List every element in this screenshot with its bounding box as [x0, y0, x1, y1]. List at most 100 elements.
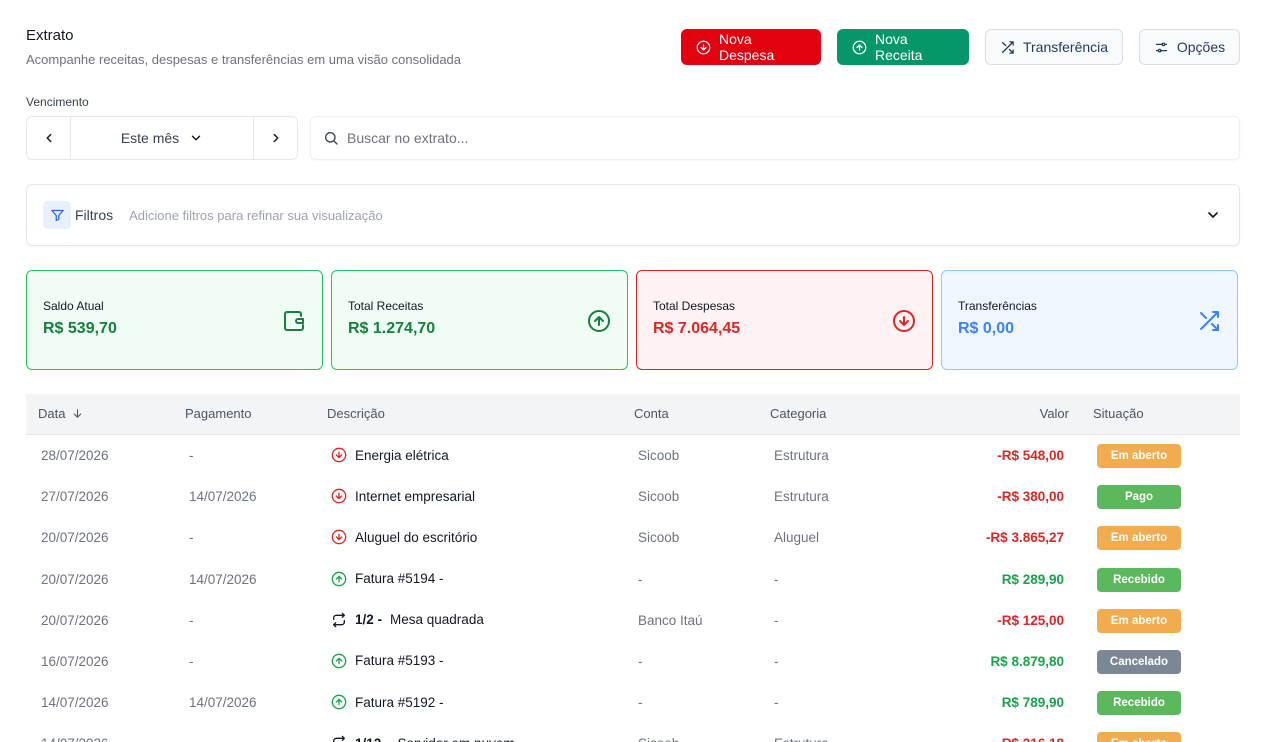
row-description-text: Fatura #5193 - — [355, 653, 444, 669]
row-amount: R$ 8.879,80 — [990, 653, 1064, 669]
previous-period-button[interactable] — [27, 117, 71, 159]
row-category: Estrutura — [774, 736, 829, 742]
column-categoria-header[interactable]: Categoria — [770, 406, 826, 421]
row-description-text: Energia elétrica — [355, 447, 449, 463]
row-date: 14/07/2026 — [41, 695, 109, 711]
row-date: 27/07/2026 — [41, 489, 109, 505]
total-expense-card: Total Despesas R$ 7.064,45 — [636, 270, 933, 370]
table-row[interactable]: 14/07/2026 14/07/2026 Fatura #5192 - - - R$ 7… — [26, 682, 1240, 723]
statement-table: Data Pagamento Descrição Conta Categoria… — [26, 394, 1240, 742]
column-data-header[interactable]: Data — [38, 406, 84, 421]
row-date: 14/07/2026 — [41, 736, 109, 742]
shuffle-icon — [1200, 311, 1219, 331]
search-box — [310, 116, 1240, 160]
table-row[interactable]: 20/07/2026 14/07/2026 Fatura #5194 - - - R$ 2… — [26, 559, 1240, 600]
row-description-text: Servidor em nuvem — [398, 736, 515, 742]
card-label: Saldo Atual — [43, 299, 104, 313]
table-row[interactable]: 27/07/2026 14/07/2026 Internet empresarial… — [26, 476, 1240, 517]
table-row[interactable]: 20/07/2026 - Aluguel do escritório Sicoob Al… — [26, 517, 1240, 558]
column-valor-header[interactable]: Valor — [1040, 406, 1069, 421]
table-row[interactable]: 20/07/2026 - 1/2 - Mesa quadrada Banco Itaú -… — [26, 600, 1240, 641]
status-badge[interactable]: Em aberto — [1097, 526, 1181, 551]
arrow-down-circle-icon — [331, 447, 347, 463]
new-income-label: Nova Receita — [875, 31, 923, 63]
card-value: R$ 7.064,45 — [653, 320, 741, 337]
page-subtitle: Acompanhe receitas, despesas e transferê… — [26, 52, 462, 67]
filter-icon — [50, 209, 64, 221]
row-amount: R$ 789,90 — [1001, 695, 1064, 711]
row-amount: -R$ 216,18 — [997, 736, 1064, 742]
table-body: 28/07/2026 - Energia elétrica Sicoob Estrutu… — [26, 435, 1240, 742]
row-payment-date: 14/07/2026 — [189, 571, 257, 587]
card-label: Total Despesas — [653, 299, 736, 313]
options-button[interactable]: Opções — [1139, 29, 1240, 65]
wallet-icon — [284, 311, 304, 331]
row-date: 20/07/2026 — [41, 571, 109, 587]
chevron-down-icon — [1208, 212, 1218, 218]
row-amount: -R$ 125,00 — [997, 612, 1064, 628]
shuffle-icon — [1001, 40, 1014, 54]
sliders-icon — [1155, 42, 1167, 52]
card-label: Transferências — [958, 299, 1037, 313]
row-date: 28/07/2026 — [41, 448, 109, 463]
arrow-up-circle-icon — [588, 310, 610, 332]
row-installment: 1/12 - — [355, 736, 390, 742]
filters-label: Filtros — [75, 207, 114, 223]
arrow-down-circle-icon — [331, 488, 347, 504]
arrow-up-circle-icon — [331, 694, 347, 710]
next-period-button[interactable] — [253, 117, 297, 159]
status-badge[interactable]: Recebido — [1097, 567, 1181, 592]
arrow-up-circle-icon — [331, 653, 347, 669]
column-pagamento-header[interactable]: Pagamento — [185, 406, 252, 421]
row-payment-date: 14/07/2026 — [189, 489, 257, 505]
row-description: Fatura #5192 - — [331, 694, 444, 710]
status-badge[interactable]: Em aberto — [1097, 608, 1181, 633]
row-description-text: Internet empresarial — [355, 488, 476, 504]
row-category: - — [774, 571, 779, 587]
status-badge[interactable]: Cancelado — [1097, 649, 1181, 674]
row-account: - — [638, 695, 643, 711]
card-value: R$ 0,00 — [958, 320, 1015, 337]
new-expense-button[interactable]: Nova Despesa — [681, 29, 821, 65]
row-amount: -R$ 3.865,27 — [985, 530, 1064, 546]
row-description-text: Fatura #5192 - — [355, 694, 444, 710]
summary-cards: Saldo Atual R$ 539,70 Total Receitas R$ … — [26, 270, 1238, 370]
column-conta-header[interactable]: Conta — [634, 406, 669, 421]
chevron-left-icon — [46, 133, 51, 143]
row-date: 16/07/2026 — [41, 653, 109, 669]
new-expense-label: Nova Despesa — [719, 31, 775, 63]
table-row[interactable]: 28/07/2026 - Energia elétrica Sicoob Estrutu… — [26, 435, 1240, 476]
row-amount: -R$ 380,00 — [997, 489, 1064, 505]
row-installment: 1/2 - — [355, 612, 383, 628]
row-account: Sicoob — [638, 736, 679, 742]
repeat-icon — [333, 612, 345, 628]
period-dropdown[interactable]: Este mês — [71, 117, 253, 159]
row-description: Fatura #5193 - — [331, 653, 444, 669]
row-account: Sicoob — [638, 448, 680, 463]
row-account: - — [638, 653, 643, 669]
status-badge[interactable]: Pago — [1097, 485, 1181, 510]
transfer-button[interactable]: Transferência — [985, 29, 1123, 65]
column-label: Data — [38, 406, 66, 421]
arrow-down-circle-icon — [893, 310, 915, 332]
search-input[interactable] — [347, 130, 1207, 146]
filters-panel[interactable]: Filtros Adicione filtros para refinar su… — [26, 184, 1240, 246]
filters-hint: Adicione filtros para refinar sua visual… — [129, 207, 383, 223]
status-badge[interactable]: Em aberto — [1097, 732, 1181, 742]
period-selector: Este mês — [26, 116, 298, 160]
arrow-up-circle-icon — [852, 40, 867, 54]
status-badge[interactable]: Em aberto — [1097, 444, 1181, 468]
column-situacao-header[interactable]: Situação — [1093, 406, 1144, 421]
column-descricao-header[interactable]: Descrição — [327, 406, 385, 421]
new-income-button[interactable]: Nova Receita — [837, 29, 969, 65]
card-value: R$ 539,70 — [43, 320, 117, 337]
table-row[interactable]: 16/07/2026 - Fatura #5193 - - - R$ 8.879,80 Ca… — [26, 641, 1240, 682]
header-actions: Nova Despesa Nova Receita Transferência … — [681, 29, 1240, 65]
status-badge[interactable]: Recebido — [1097, 691, 1181, 716]
period-label: Vencimento — [26, 95, 89, 109]
row-description: Aluguel do escritório — [331, 529, 477, 545]
row-category: - — [774, 653, 779, 669]
row-description-text: Fatura #5194 - — [355, 571, 444, 587]
table-row[interactable]: 14/07/2026 1/12 - Servidor em nuvem Sicoob E… — [26, 723, 1240, 742]
row-description: Energia elétrica — [331, 447, 449, 463]
